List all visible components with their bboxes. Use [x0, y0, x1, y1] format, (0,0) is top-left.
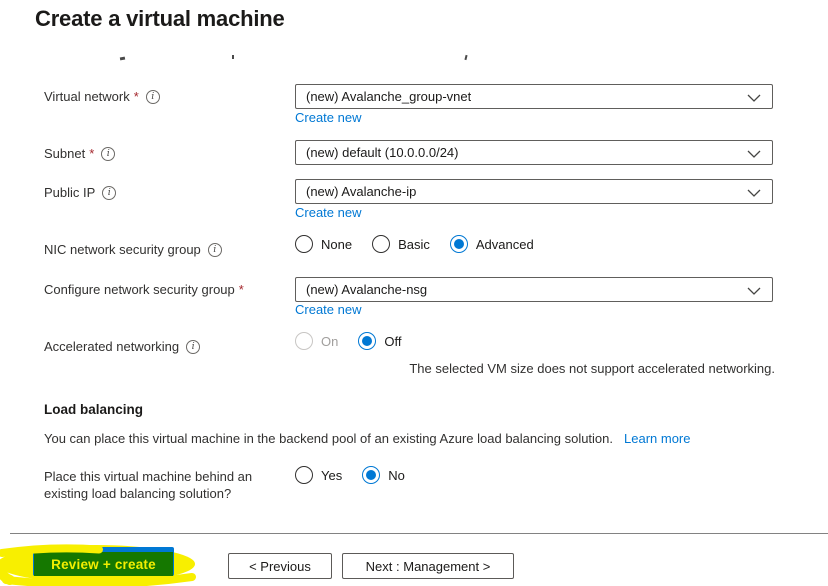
required-asterisk: * [238, 282, 244, 297]
public-ip-create-new-link[interactable]: Create new [295, 205, 361, 220]
chevron-down-icon [747, 94, 761, 102]
radio-label: None [321, 236, 353, 252]
load-balancing-radio-no[interactable]: No [362, 466, 405, 484]
nic-nsg-label: NIC network security group i [44, 242, 222, 257]
load-balancing-radio-yes[interactable]: Yes [295, 466, 342, 484]
learn-more-link[interactable]: Learn more [624, 431, 690, 446]
radio-circle-selected [358, 332, 377, 350]
chevron-down-icon [747, 189, 761, 197]
cropped-text-remnant [119, 56, 126, 61]
subnet-label: Subnet * i [44, 146, 116, 161]
cropped-text-remnant [232, 55, 234, 59]
nic-nsg-radio-advanced[interactable]: Advanced [449, 235, 534, 253]
required-asterisk: * [133, 89, 139, 104]
select-value: (new) Avalanche-nsg [306, 282, 428, 297]
radio-circle [295, 235, 313, 253]
nic-nsg-radio-basic[interactable]: Basic [372, 235, 430, 253]
virtual-network-label: Virtual network * i [44, 89, 160, 104]
accelerated-networking-note: The selected VM size does not support ac… [409, 361, 775, 376]
info-icon[interactable]: i [207, 242, 222, 257]
radio-label: No [388, 467, 405, 483]
accelerated-networking-label: Accelerated networking i [44, 339, 201, 354]
radio-label: Advanced [475, 236, 534, 252]
info-icon[interactable]: i [145, 89, 160, 104]
radio-label: On [321, 333, 339, 349]
load-balancing-heading: Load balancing [44, 402, 144, 417]
field-label-text: Subnet [44, 146, 86, 161]
radio-circle-disabled [295, 332, 313, 350]
subnet-select[interactable]: (new) default (10.0.0.0/24) [295, 140, 773, 165]
info-icon[interactable]: i [101, 146, 116, 161]
page-title: Create a virtual machine [35, 6, 285, 31]
next-management-button[interactable]: Next : Management > [342, 553, 514, 579]
configure-nsg-select[interactable]: (new) Avalanche-nsg [295, 277, 773, 302]
load-balancing-description: You can place this virtual machine in th… [44, 431, 691, 446]
previous-button[interactable]: < Previous [228, 553, 332, 579]
radio-label: Yes [321, 467, 343, 483]
required-asterisk: * [89, 146, 95, 161]
chevron-down-icon [747, 150, 761, 158]
accelerated-networking-radio-group: On Off [295, 332, 401, 350]
info-icon[interactable]: i [186, 339, 201, 354]
radio-circle [295, 466, 313, 484]
load-balancing-radio-group: Yes No [295, 466, 405, 484]
select-value: (new) default (10.0.0.0/24) [306, 145, 459, 160]
field-label-text: Virtual network [44, 89, 130, 104]
field-label-text: NIC network security group [44, 242, 201, 257]
radio-label: Basic [398, 236, 430, 252]
cropped-text-remnant [464, 54, 468, 61]
info-icon[interactable]: i [102, 185, 117, 200]
virtual-network-select[interactable]: (new) Avalanche_group-vnet [295, 84, 773, 109]
virtual-network-create-new-link[interactable]: Create new [295, 110, 361, 125]
radio-label: Off [384, 333, 402, 349]
load-balancing-question: Place this virtual machine behind an exi… [44, 469, 253, 501]
public-ip-label: Public IP i [44, 185, 117, 200]
footer-divider [10, 533, 828, 534]
create-vm-networking-page: Create a virtual machine Virtual network… [0, 0, 828, 586]
select-value: (new) Avalanche_group-vnet [306, 89, 472, 104]
description-text: You can place this virtual machine in th… [44, 431, 614, 446]
radio-circle [372, 235, 391, 253]
nic-nsg-radio-none[interactable]: None [295, 235, 352, 253]
chevron-down-icon [747, 287, 761, 295]
accelerated-networking-radio-on: On [295, 332, 338, 350]
review-create-button-label: Review + create [51, 557, 156, 572]
configure-nsg-label: Configure network security group * [44, 282, 244, 297]
radio-circle-selected [449, 235, 468, 253]
review-create-button[interactable]: Review + create [0, 540, 210, 586]
nic-nsg-radio-group: None Basic Advanced [295, 235, 534, 253]
field-label-text: Configure network security group [44, 282, 235, 297]
field-label-text: Accelerated networking [44, 339, 180, 354]
configure-nsg-create-new-link[interactable]: Create new [295, 302, 361, 317]
field-label-text: Public IP [44, 185, 96, 200]
accelerated-networking-radio-off[interactable]: Off [358, 332, 401, 350]
radio-circle-selected [362, 466, 381, 484]
public-ip-select[interactable]: (new) Avalanche-ip [295, 179, 773, 204]
select-value: (new) Avalanche-ip [306, 184, 417, 199]
